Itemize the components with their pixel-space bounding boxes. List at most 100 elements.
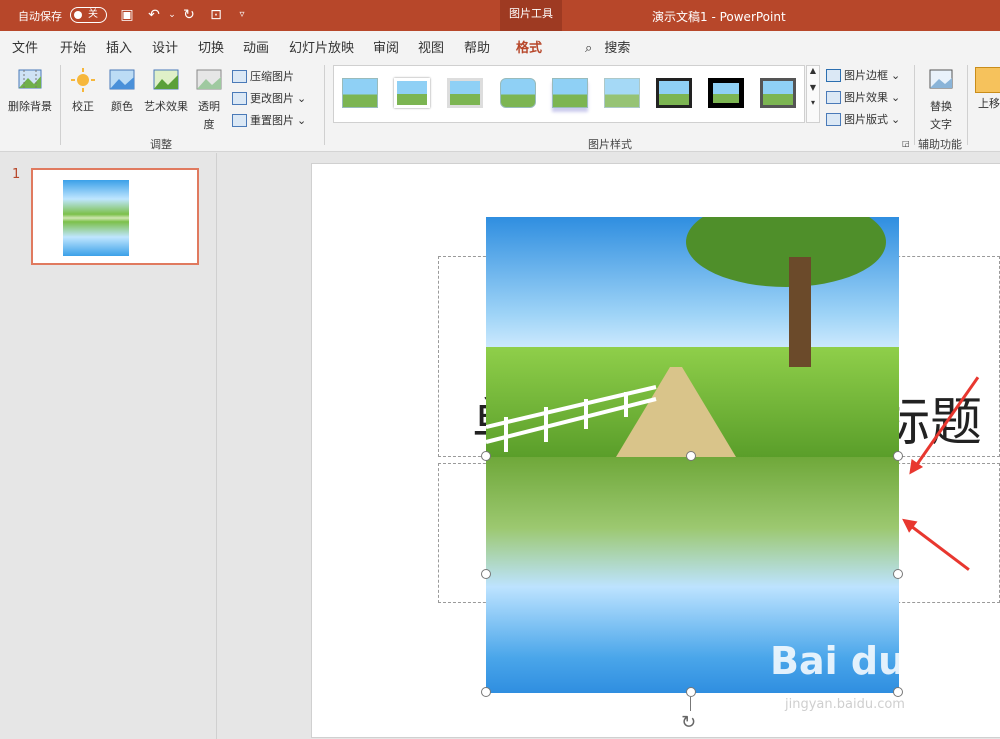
style-thumbnail[interactable] <box>604 78 640 108</box>
tab-help[interactable]: 帮助 <box>464 37 490 56</box>
chevron-down-icon: ⌄ <box>891 90 901 104</box>
alt-text-button[interactable]: 替换 文字 <box>922 67 960 132</box>
style-thumbnail[interactable] <box>500 78 536 108</box>
watermark-logo: Bai du 经验 <box>770 639 995 683</box>
picture-border-label: 图片边框 <box>844 69 888 82</box>
remove-background-button[interactable]: 删除背景 <box>6 67 54 114</box>
ribbon-tabs: 文件 开始 插入 设计 切换 动画 幻灯片放映 审阅 视图 帮助 格式 ⌕ 搜索 <box>0 31 1000 61</box>
transparency-icon <box>196 69 222 90</box>
resize-handle[interactable] <box>893 687 903 697</box>
rotate-handle-icon[interactable]: ↻ <box>681 712 696 733</box>
autosave-toggle[interactable]: 关 <box>70 7 107 23</box>
picture-effects-label: 图片效果 <box>844 91 888 104</box>
tab-file[interactable]: 文件 <box>12 37 38 56</box>
group-label-styles: 图片样式 <box>588 138 632 151</box>
title-bar: 自动保存 关 ▣ ↶ ⌄ ↻ ⊡ ▿ 图片工具 演示文稿1 - PowerPoi… <box>0 0 1000 31</box>
tab-transitions[interactable]: 切换 <box>198 37 224 56</box>
customize-qat-icon[interactable]: ▿ <box>233 6 251 24</box>
alt-text-label-1: 替换 <box>930 100 952 113</box>
tab-format[interactable]: 格式 <box>516 37 543 61</box>
resize-handle[interactable] <box>893 451 903 461</box>
remove-background-label: 删除背景 <box>8 100 52 113</box>
reset-picture-label: 重置图片 <box>250 114 294 127</box>
style-thumbnail[interactable] <box>552 78 588 108</box>
style-thumbnail[interactable] <box>447 78 483 108</box>
alt-text-icon <box>929 69 953 89</box>
compress-pictures-button[interactable]: 压缩图片 <box>232 68 294 84</box>
chevron-down-icon: ⌄ <box>297 113 307 127</box>
autosave-label: 自动保存 <box>18 10 62 23</box>
color-label: 颜色 <box>111 100 133 113</box>
tab-insert[interactable]: 插入 <box>106 37 132 56</box>
gallery-more-icon[interactable]: ▾ <box>807 98 819 107</box>
ribbon-divider <box>967 65 968 145</box>
scroll-up-icon[interactable]: ▲ <box>807 66 819 75</box>
reset-picture-button[interactable]: 重置图片 ⌄ <box>232 112 306 128</box>
style-thumbnail[interactable] <box>760 78 796 108</box>
style-thumbnail[interactable] <box>708 78 744 108</box>
artistic-effects-label: 艺术效果 <box>144 100 188 113</box>
change-picture-button[interactable]: 更改图片 ⌄ <box>232 90 306 106</box>
slide-thumbnail[interactable] <box>31 168 199 265</box>
picture-fence <box>486 385 657 452</box>
color-button[interactable]: 颜色 <box>106 67 138 114</box>
style-thumbnail[interactable] <box>394 78 430 108</box>
style-thumbnail[interactable] <box>342 78 378 108</box>
document-title: 演示文稿1 - PowerPoint <box>652 10 786 24</box>
tab-slideshow[interactable]: 幻灯片放映 <box>289 37 354 56</box>
picture-border-button[interactable]: 图片边框 ⌄ <box>826 67 900 83</box>
corrections-button[interactable]: 校正 <box>68 67 98 114</box>
tab-review[interactable]: 审阅 <box>373 37 399 56</box>
tab-animations[interactable]: 动画 <box>243 37 269 56</box>
undo-icon[interactable]: ↶ <box>145 6 163 24</box>
redo-icon[interactable]: ↻ <box>180 6 198 24</box>
transparency-label-2: 度 <box>203 118 215 131</box>
picture-layout-button[interactable]: 图片版式 ⌄ <box>826 111 900 127</box>
scroll-down-icon[interactable]: ▼ <box>807 83 819 92</box>
resize-handle[interactable] <box>686 451 696 461</box>
save-icon[interactable]: ▣ <box>118 6 136 24</box>
rotate-stem <box>690 697 691 711</box>
search-icon: ⌕ <box>585 41 593 56</box>
resize-handle[interactable] <box>686 687 696 697</box>
picture-styles-gallery <box>333 65 805 123</box>
search-box[interactable]: ⌕ 搜索 <box>585 37 630 56</box>
ribbon: 删除背景 校正 颜色 艺术效果 透明 度 压缩图片 更改图片 ⌄ 重置图片 ⌄ … <box>0 59 1000 152</box>
change-picture-icon <box>232 91 247 105</box>
tab-home[interactable]: 开始 <box>60 37 86 56</box>
remove-background-icon <box>18 69 42 89</box>
picture-tree-trunk <box>789 257 811 367</box>
picture-effects-button[interactable]: 图片效果 ⌄ <box>826 89 900 105</box>
presentation-icon[interactable]: ⊡ <box>207 6 225 24</box>
tab-view[interactable]: 视图 <box>418 37 444 56</box>
group-label-adjust: 调整 <box>150 138 172 151</box>
dialog-launcher-icon[interactable]: ◲ <box>902 139 910 148</box>
gallery-scroll[interactable]: ▲ ▼ ▾ <box>806 65 820 123</box>
group-label-accessibility: 辅助功能 <box>918 138 962 151</box>
bring-forward-button[interactable]: 上移 <box>974 67 1000 111</box>
bring-forward-label: 上移 <box>978 97 1000 110</box>
change-picture-label: 更改图片 <box>250 92 294 105</box>
alt-text-label-2: 文字 <box>930 118 952 131</box>
corrections-label: 校正 <box>72 100 94 113</box>
ribbon-divider <box>914 65 915 145</box>
picture-tools-context-tab: 图片工具 <box>500 0 562 31</box>
tab-design[interactable]: 设计 <box>152 37 178 56</box>
reset-picture-icon <box>232 113 247 127</box>
resize-handle[interactable] <box>481 569 491 579</box>
picture-color-icon <box>109 69 135 90</box>
style-thumbnail[interactable] <box>656 78 692 108</box>
resize-handle[interactable] <box>893 569 903 579</box>
resize-handle[interactable] <box>481 687 491 697</box>
resize-handle[interactable] <box>481 451 491 461</box>
search-label: 搜索 <box>604 41 631 56</box>
compress-icon <box>232 69 247 83</box>
transparency-button[interactable]: 透明 度 <box>194 67 224 132</box>
chevron-down-icon: ⌄ <box>891 112 901 126</box>
slide-thumbnails-panel: 1 <box>0 153 217 739</box>
thumbnail-picture <box>63 180 129 256</box>
undo-dropdown-icon[interactable]: ⌄ <box>163 6 181 24</box>
ribbon-divider <box>60 65 61 145</box>
artistic-effects-button[interactable]: 艺术效果 <box>142 67 190 114</box>
picture-layout-icon <box>826 112 841 126</box>
